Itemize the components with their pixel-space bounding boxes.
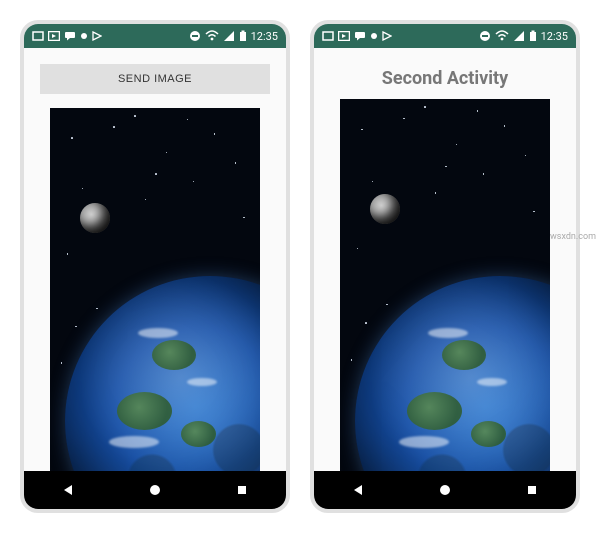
- chat-icon: [64, 31, 76, 41]
- phone-frame-left: 12:35 SEND IMAGE: [20, 20, 290, 513]
- play-store-icon: [92, 31, 102, 41]
- signal-icon: [513, 30, 525, 42]
- clock-text: 12:35: [541, 30, 568, 43]
- status-bar: 12:35: [24, 24, 286, 48]
- dot-icon: [370, 31, 378, 41]
- dot-icon: [80, 31, 88, 41]
- play-store-icon: [382, 31, 392, 41]
- back-icon[interactable]: [61, 483, 75, 497]
- earth: [65, 276, 260, 471]
- dnd-icon: [189, 30, 201, 42]
- signal-icon: [223, 30, 235, 42]
- status-bar: 12:35: [314, 24, 576, 48]
- nav-bar: [24, 471, 286, 509]
- dnd-icon: [479, 30, 491, 42]
- status-right-icons: 12:35: [479, 30, 568, 43]
- recent-icon[interactable]: [525, 483, 539, 497]
- watermark: wsxdn.com: [550, 232, 596, 242]
- wifi-icon: [495, 30, 509, 42]
- rect-icon: [32, 31, 44, 41]
- play-box-icon: [338, 31, 350, 41]
- back-icon[interactable]: [351, 483, 365, 497]
- phone-frame-right: 12:35 Second Activity: [310, 20, 580, 513]
- nav-bar: [314, 471, 576, 509]
- home-icon[interactable]: [438, 483, 452, 497]
- status-left-icons: [322, 31, 392, 41]
- second-activity-content: Second Activity: [314, 48, 576, 471]
- battery-icon: [239, 30, 247, 42]
- earth-image: [50, 108, 260, 471]
- page-title: Second Activity: [382, 68, 508, 89]
- send-image-button[interactable]: SEND IMAGE: [40, 64, 270, 94]
- play-box-icon: [48, 31, 60, 41]
- battery-icon: [529, 30, 537, 42]
- moon: [80, 203, 110, 233]
- rect-icon: [322, 31, 334, 41]
- main-activity-content: SEND IMAGE: [24, 48, 286, 471]
- earth: [355, 276, 550, 471]
- home-icon[interactable]: [148, 483, 162, 497]
- status-left-icons: [32, 31, 102, 41]
- moon: [370, 194, 400, 224]
- clock-text: 12:35: [251, 30, 278, 43]
- earth-image: [340, 99, 550, 471]
- chat-icon: [354, 31, 366, 41]
- wifi-icon: [205, 30, 219, 42]
- status-right-icons: 12:35: [189, 30, 278, 43]
- recent-icon[interactable]: [235, 483, 249, 497]
